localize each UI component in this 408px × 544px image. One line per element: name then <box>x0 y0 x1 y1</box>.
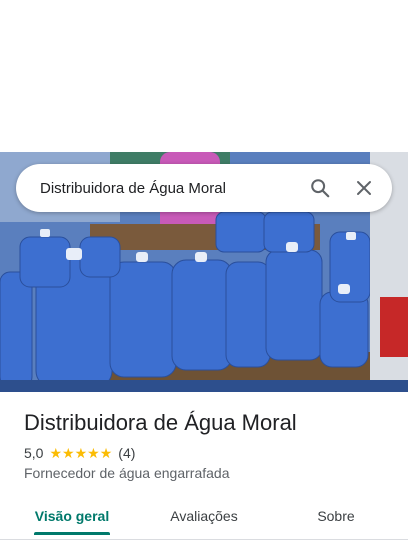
star-icon: ★ <box>49 445 63 461</box>
tab-about[interactable]: Sobre <box>296 496 376 536</box>
review-count[interactable]: (4) <box>118 445 135 461</box>
rating-value: 5,0 <box>24 445 44 461</box>
search-icon[interactable] <box>300 168 340 208</box>
star-icon: ★ <box>74 445 88 461</box>
rating-row[interactable]: 5,0 ★ ★ ★ ★ ★ (4) <box>24 445 135 461</box>
close-icon[interactable] <box>344 168 384 208</box>
place-category[interactable]: Fornecedor de água engarrafada <box>24 465 229 481</box>
search-bar[interactable]: Distribuidora de Água Moral <box>16 164 392 212</box>
star-icon: ★ <box>99 445 113 461</box>
tab-overview[interactable]: Visão geral <box>24 496 120 536</box>
star-icon: ★ <box>87 445 100 461</box>
tab-reviews[interactable]: Avaliações <box>152 496 256 536</box>
place-title: Distribuidora de Água Moral <box>24 410 297 435</box>
search-input[interactable]: Distribuidora de Água Moral <box>40 180 300 197</box>
place-tabs: Visão geral Avaliações Sobre <box>0 496 408 536</box>
tabs-divider <box>0 539 408 540</box>
star-icon: ★ <box>62 445 75 461</box>
active-tab-indicator <box>34 532 110 535</box>
rating-stars: ★ ★ ★ ★ ★ <box>49 446 112 460</box>
